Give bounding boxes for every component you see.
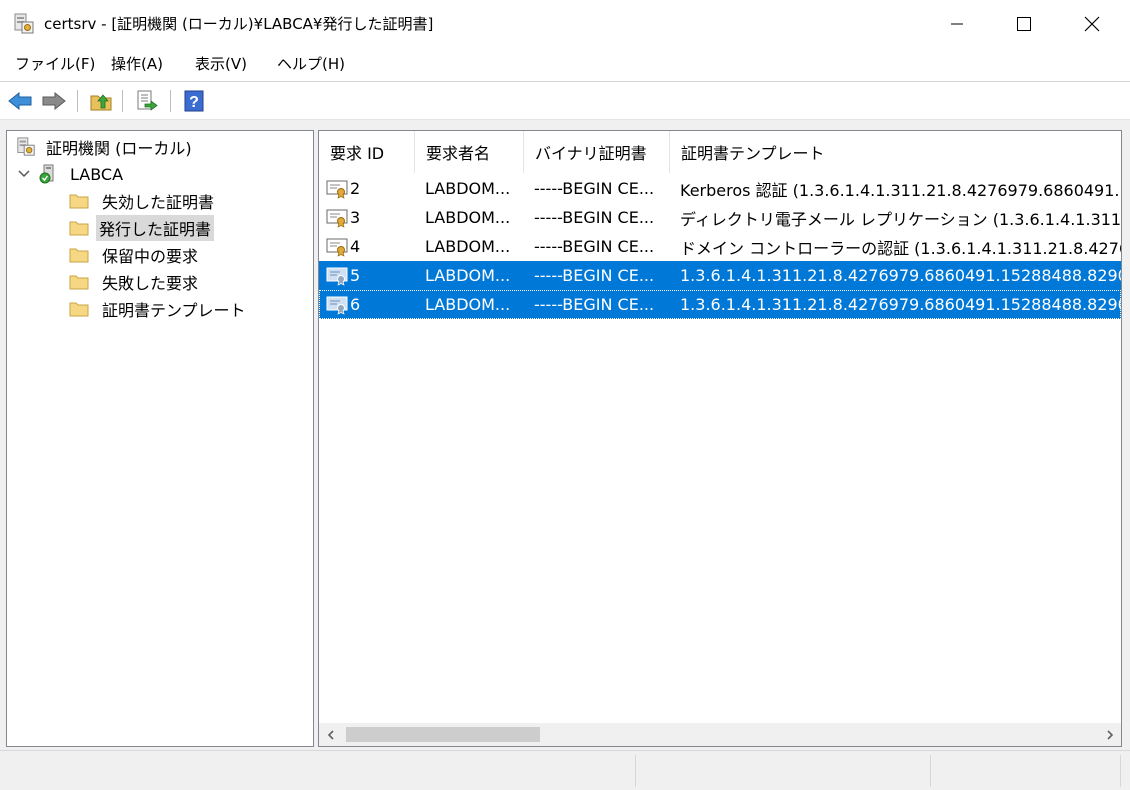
console-tree: 証明機関 (ローカル) LABCA 失効した証明書 発行した証明書 保留中の要求…: [6, 130, 314, 747]
svg-text:?: ?: [189, 94, 199, 111]
folder-icon: [69, 302, 89, 317]
certificate-icon: [326, 209, 348, 228]
cell-requester: LABDOM...: [425, 208, 511, 227]
back-button[interactable]: [7, 89, 33, 113]
minimize-button[interactable]: [923, 0, 991, 48]
menu-view[interactable]: 表示(V): [195, 53, 247, 74]
help-button[interactable]: ?: [181, 89, 207, 113]
menu-file[interactable]: ファイル(F): [15, 53, 95, 74]
cell-template: 1.3.6.1.4.1.311.21.8.4276979.6860491.152…: [680, 266, 1121, 285]
certsrv-icon: [14, 13, 34, 34]
folder-icon: [69, 248, 89, 263]
help-icon: ?: [184, 90, 204, 112]
forward-arrow-icon: [42, 92, 66, 110]
certificate-list: 要求 ID 要求者名 バイナリ証明書 証明書テンプレート 2 LABDOM...…: [318, 130, 1122, 747]
scroll-left-button[interactable]: [319, 723, 342, 746]
table-row[interactable]: 4 LABDOM... -----BEGIN CE... ドメイン コントローラ…: [319, 232, 1121, 261]
minimize-icon: [951, 23, 963, 25]
column-header-binary[interactable]: バイナリ証明書: [524, 131, 670, 173]
menu-action[interactable]: 操作(A): [111, 53, 163, 74]
content-area: 証明機関 (ローカル) LABCA 失効した証明書 発行した証明書 保留中の要求…: [0, 120, 1130, 750]
window-title: certsrv - [証明機関 (ローカル)¥LABCA¥発行した証明書]: [44, 15, 434, 33]
cell-request-id: 6: [350, 295, 361, 314]
tree-folder-label: 失効した証明書: [102, 193, 215, 212]
tree-ca-label: LABCA: [70, 164, 124, 184]
certificate-icon: [326, 180, 348, 199]
cell-binary: -----BEGIN CE...: [534, 179, 655, 198]
tree-folder-label: 失敗した要求: [102, 274, 199, 293]
tree-item-templates[interactable]: 証明書テンプレート: [69, 296, 249, 322]
close-button[interactable]: [1058, 0, 1126, 48]
status-pane: [931, 755, 1121, 787]
horizontal-scrollbar[interactable]: [319, 723, 1121, 746]
cell-binary: -----BEGIN CE...: [534, 266, 655, 285]
tree-folder-label: 保留中の要求: [102, 247, 199, 266]
folder-icon: [69, 194, 89, 209]
up-folder-icon: [90, 94, 112, 111]
tree-root-label: 証明機関 (ローカル): [46, 139, 192, 158]
tree-item-issued[interactable]: 発行した証明書: [69, 215, 215, 241]
cell-template: 1.3.6.1.4.1.311.21.8.4276979.6860491.152…: [680, 295, 1121, 314]
close-icon: [1084, 16, 1100, 32]
tree-item-revoked[interactable]: 失効した証明書: [69, 188, 217, 214]
toolbar-separator: [122, 90, 123, 112]
cell-request-id: 5: [350, 266, 361, 285]
title-bar: certsrv - [証明機関 (ローカル)¥LABCA¥発行した証明書]: [0, 0, 1130, 48]
scroll-thumb[interactable]: [346, 727, 540, 742]
table-row[interactable]: 2 LABDOM... -----BEGIN CE... Kerberos 認証…: [319, 174, 1121, 203]
folder-icon: [69, 275, 89, 290]
column-header-requester[interactable]: 要求者名: [415, 131, 524, 173]
maximize-icon: [1017, 17, 1031, 31]
toolbar-separator: [170, 90, 171, 112]
cell-template: ドメイン コントローラーの認証 (1.3.6.1.4.1.311.21.8.42…: [680, 238, 1121, 258]
table-row[interactable]: 6 LABDOM... -----BEGIN CE... 1.3.6.1.4.1…: [319, 290, 1121, 319]
scroll-right-button[interactable]: [1098, 723, 1121, 746]
tree-item-failed[interactable]: 失敗した要求: [69, 269, 201, 295]
table-row[interactable]: 5 LABDOM... -----BEGIN CE... 1.3.6.1.4.1…: [319, 261, 1121, 290]
column-header-request-id[interactable]: 要求 ID: [319, 131, 415, 173]
cell-binary: -----BEGIN CE...: [534, 208, 655, 227]
export-list-button[interactable]: [134, 89, 160, 113]
certificate-icon: [326, 296, 348, 315]
tree-folder-label: 証明書テンプレート: [102, 301, 246, 320]
menu-help[interactable]: ヘルプ(H): [277, 53, 345, 74]
cell-requester: LABDOM...: [425, 179, 511, 198]
cell-request-id: 2: [350, 179, 361, 198]
tree-item-ca[interactable]: LABCA: [17, 161, 126, 187]
status-pane: [636, 755, 931, 787]
folder-icon: [69, 221, 89, 236]
back-arrow-icon: [8, 92, 32, 110]
tree-item-root[interactable]: 証明機関 (ローカル): [15, 134, 195, 160]
cell-request-id: 3: [350, 208, 361, 227]
cell-request-id: 4: [350, 237, 361, 256]
status-pane: [0, 755, 636, 787]
toolbar-separator: [77, 90, 78, 112]
certificate-icon: [326, 267, 348, 286]
up-one-level-button[interactable]: [88, 89, 114, 113]
chevron-left-icon: [327, 729, 334, 740]
chevron-right-icon: [1106, 729, 1113, 740]
maximize-button[interactable]: [990, 0, 1058, 48]
status-bar: [0, 750, 1130, 790]
chevron-down-icon: [18, 170, 30, 178]
cell-requester: LABDOM...: [425, 237, 511, 256]
cell-requester: LABDOM...: [425, 295, 511, 314]
toolbar: ?: [0, 81, 1130, 120]
tree-item-pending[interactable]: 保留中の要求: [69, 242, 201, 268]
cell-template: Kerberos 認証 (1.3.6.1.4.1.311.21.8.427697…: [680, 180, 1121, 200]
certificate-icon: [326, 238, 348, 257]
forward-button[interactable]: [41, 89, 67, 113]
menu-bar: ファイル(F) 操作(A) 表示(V) ヘルプ(H): [0, 48, 1130, 80]
column-header-template[interactable]: 証明書テンプレート: [670, 131, 1121, 173]
list-header: 要求 ID 要求者名 バイナリ証明書 証明書テンプレート: [319, 131, 1121, 173]
tree-folder-label: 発行した証明書: [96, 215, 215, 241]
cell-template: ディレクトリ電子メール レプリケーション (1.3.6.1.4.1.311.21…: [680, 209, 1121, 229]
export-list-icon: [137, 90, 158, 111]
cell-binary: -----BEGIN CE...: [534, 295, 655, 314]
ca-server-icon: [39, 164, 54, 184]
table-row[interactable]: 3 LABDOM... -----BEGIN CE... ディレクトリ電子メール…: [319, 203, 1121, 232]
cell-requester: LABDOM...: [425, 266, 511, 285]
cell-binary: -----BEGIN CE...: [534, 237, 655, 256]
certsrv-icon: [17, 137, 35, 156]
